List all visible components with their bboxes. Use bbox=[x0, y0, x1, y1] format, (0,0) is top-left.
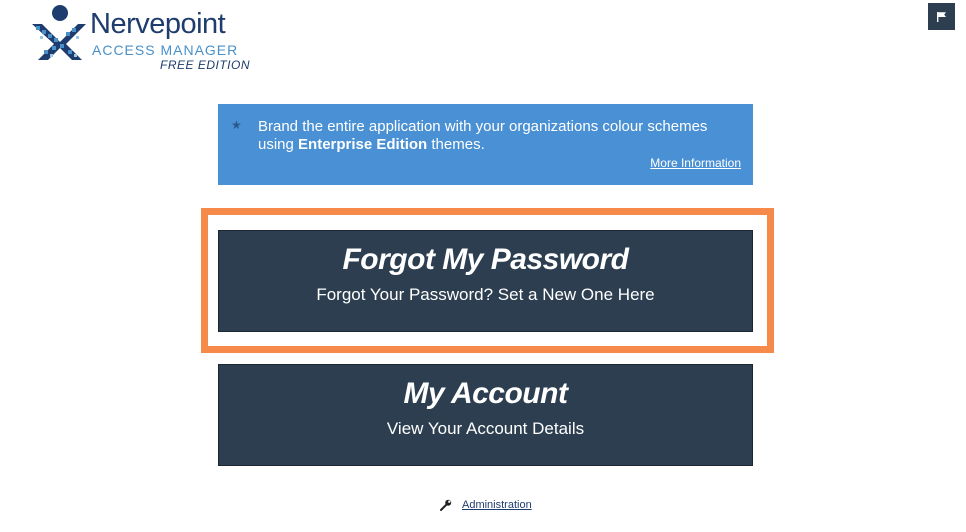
brand-name: Nervepoint bbox=[90, 8, 226, 40]
admin-footer: Administration bbox=[440, 497, 532, 513]
app-logo: Nervepoint ACCESS MANAGER FREE EDITION bbox=[30, 4, 260, 72]
promo-text-bold: Enterprise Edition bbox=[298, 136, 428, 153]
tile-subtitle: View Your Account Details bbox=[386, 419, 585, 438]
more-information-link[interactable]: More Information bbox=[650, 156, 741, 170]
promo-text: Brand the entire application with your o… bbox=[258, 118, 738, 154]
forgot-password-tile[interactable]: Forgot My Password Forgot Your Password?… bbox=[218, 230, 753, 332]
my-account-tile[interactable]: My Account View Your Account Details bbox=[218, 364, 753, 466]
administration-link[interactable]: Administration bbox=[462, 499, 532, 511]
enterprise-promo-banner: ★ Brand the entire application with your… bbox=[218, 104, 753, 185]
brand-edition: FREE EDITION bbox=[160, 58, 251, 72]
tile-title: My Account bbox=[403, 377, 568, 410]
flag-icon bbox=[937, 12, 946, 22]
language-flag-button[interactable] bbox=[928, 3, 955, 30]
wrench-icon bbox=[440, 499, 452, 511]
tile-subtitle: Forgot Your Password? Set a New One Here bbox=[316, 285, 655, 304]
logo-mark-icon bbox=[32, 5, 86, 60]
tile-title: Forgot My Password bbox=[342, 243, 629, 276]
brand-product: ACCESS MANAGER bbox=[92, 42, 239, 58]
star-icon: ★ bbox=[231, 118, 242, 132]
promo-text-after: themes. bbox=[427, 136, 485, 153]
